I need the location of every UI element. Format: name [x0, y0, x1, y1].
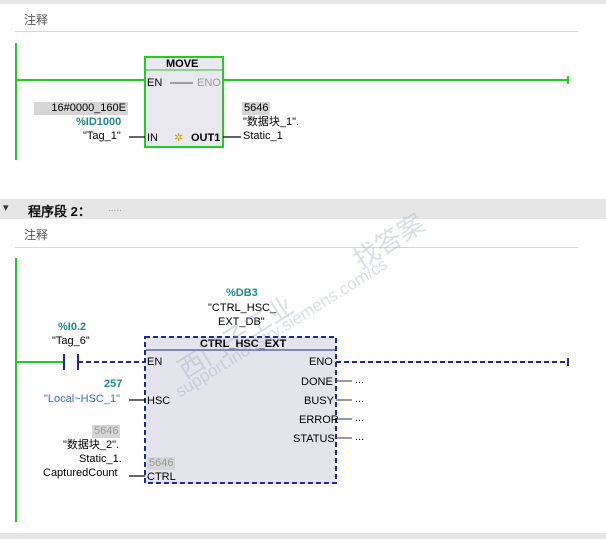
move-in-value: 16#0000_160E	[34, 102, 128, 115]
move-in-operand[interactable]: "Tag_1"	[83, 130, 121, 143]
move-out-operand-line2[interactable]: Static_1	[243, 130, 283, 143]
status-output-placeholder[interactable]: ...	[355, 431, 364, 444]
move-in-address[interactable]: %ID1000	[76, 116, 121, 129]
move-en-label: EN	[147, 77, 163, 89]
move-out1-label: OUT1	[191, 132, 221, 144]
ctrl-hsc-ext-busy-label: BUSY	[304, 395, 334, 407]
ctrl-input-operand-line3[interactable]: CapturedCount	[43, 467, 118, 480]
done-output-placeholder[interactable]: ...	[355, 374, 364, 387]
move-block-title[interactable]: MOVE	[166, 58, 198, 71]
ctrl-hsc-ext-done-label: DONE	[301, 376, 333, 388]
move-out-operand-line1[interactable]: "数据块_1".	[243, 116, 299, 129]
move-eno-label: ENO	[197, 77, 221, 89]
error-output-placeholder[interactable]: ...	[355, 412, 364, 425]
move-in-label: IN	[147, 132, 158, 144]
ctrl-hsc-ext-status-label: STATUS	[293, 433, 335, 445]
ctrl-input-operand-line1[interactable]: "数据块_2".	[63, 439, 119, 452]
ctrl-input-value: 5646	[92, 425, 121, 438]
move-out-value: 5646	[242, 102, 271, 115]
ctrl-hsc-ext-error-label: ERROR	[299, 414, 339, 426]
ctrl-hsc-ext-ctrl-label: CTRL	[147, 471, 176, 483]
ctrl-hsc-ext-hsc-label: HSC	[147, 395, 171, 407]
busy-output-placeholder[interactable]: ...	[355, 393, 364, 406]
ctrl-hsc-ext-en-label: EN	[147, 356, 163, 368]
ctrl-inner-value: 5646	[147, 457, 176, 470]
instance-db-address[interactable]: %DB3	[226, 287, 258, 300]
contact-operand[interactable]: "Tag_6"	[52, 335, 90, 348]
hsc-input-operand[interactable]: "Local~HSC_1"	[44, 393, 120, 406]
contact-address[interactable]: %I0.2	[58, 321, 86, 334]
ctrl-hsc-ext-eno-label: ENO	[309, 356, 333, 368]
hsc-input-value: 257	[104, 378, 123, 390]
sparkle-icon: ✲	[174, 132, 184, 144]
ctrl-input-operand-line2[interactable]: Static_1.	[79, 453, 122, 466]
